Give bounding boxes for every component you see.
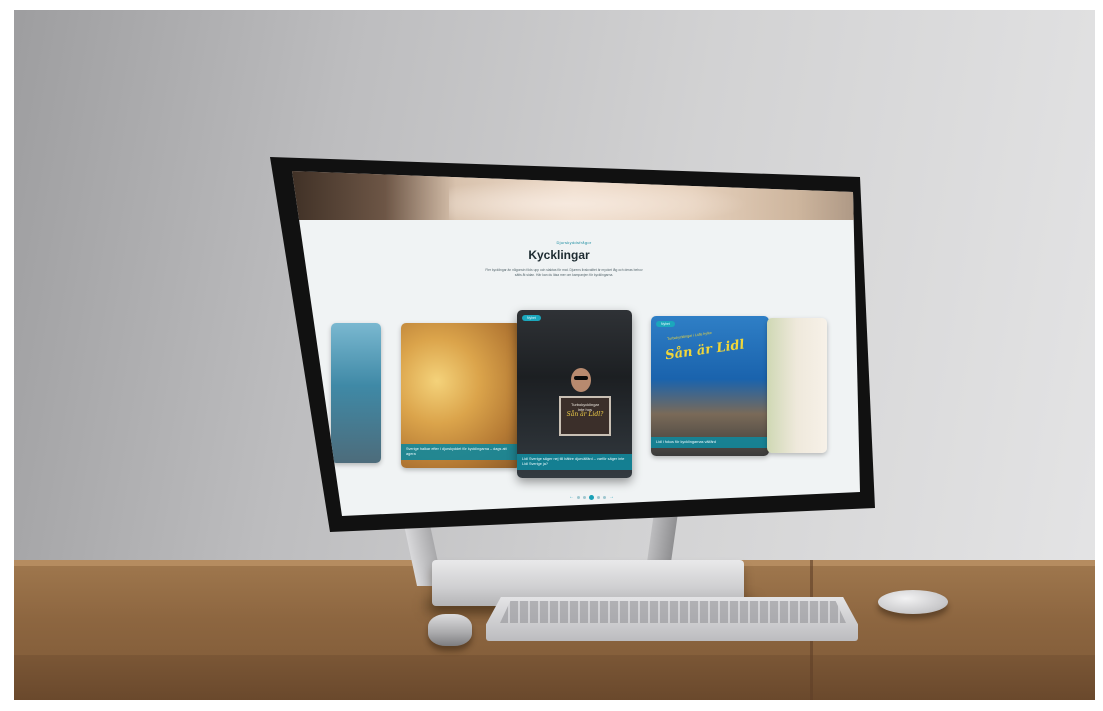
sunglasses	[574, 376, 588, 380]
sign-text: Turbokycklingar inte hos Sån är Lidl?	[563, 402, 607, 418]
pager-dot[interactable]	[597, 495, 600, 499]
carousel-card-3-active[interactable]: Turbokycklingar inte hos Sån är Lidl? Ny…	[517, 310, 632, 478]
carousel-card-5[interactable]	[767, 318, 827, 453]
card-photo	[331, 323, 381, 463]
monitor-screen: Djurskyddsfrågor Kycklingar Fler kycklin…	[292, 171, 860, 516]
protester	[571, 368, 591, 392]
image-border	[1095, 0, 1103, 711]
card-photo-protest	[517, 310, 632, 478]
card-photo	[767, 318, 827, 453]
image-border	[0, 0, 14, 711]
carousel-card-2[interactable]: Sverige halkar efter i djurskyddet för k…	[401, 323, 521, 468]
prev-arrow-icon[interactable]: ←	[569, 494, 574, 500]
mouse	[878, 590, 948, 614]
page-title: Kycklingar	[528, 248, 590, 262]
carousel-card-1[interactable]	[331, 323, 381, 463]
pager-dot[interactable]	[583, 495, 586, 499]
carousel-card-4[interactable]: Turbokycklingar i Lidls hyllor Sån är Li…	[651, 316, 769, 456]
photo-scene: Djurskyddsfrågor Kycklingar Fler kycklin…	[0, 0, 1103, 711]
card-tag: Nyhet	[656, 321, 675, 327]
surface-dial	[428, 614, 472, 646]
card-caption[interactable]: Lidl i fokus för kycklingarnas välfärd	[651, 437, 769, 448]
pager-dot[interactable]	[603, 495, 606, 499]
next-arrow-icon[interactable]: →	[609, 494, 614, 500]
desk-front-edge	[0, 655, 1103, 705]
pager-dot[interactable]	[577, 495, 580, 499]
carousel-pager: ← →	[569, 494, 614, 500]
keyboard-keys	[500, 601, 846, 623]
protest-sign: Turbokycklingar inte hos Sån är Lidl?	[559, 396, 611, 436]
intro-text: Fler kycklingar än någonsin föds upp och…	[485, 268, 643, 277]
image-border	[0, 700, 1103, 711]
pager-dot-active[interactable]	[589, 494, 594, 500]
card-caption[interactable]: Sverige halkar efter i djurskyddet för k…	[401, 444, 521, 460]
image-border	[0, 0, 1103, 10]
card-caption[interactable]: Lidl Sverige säger nej till bättre djurv…	[517, 454, 632, 470]
card-tag: Nyhet	[522, 315, 541, 321]
section-eyebrow: Djurskyddsfrågor	[556, 240, 592, 245]
sign-script: Sån är Lidl?	[566, 411, 604, 418]
